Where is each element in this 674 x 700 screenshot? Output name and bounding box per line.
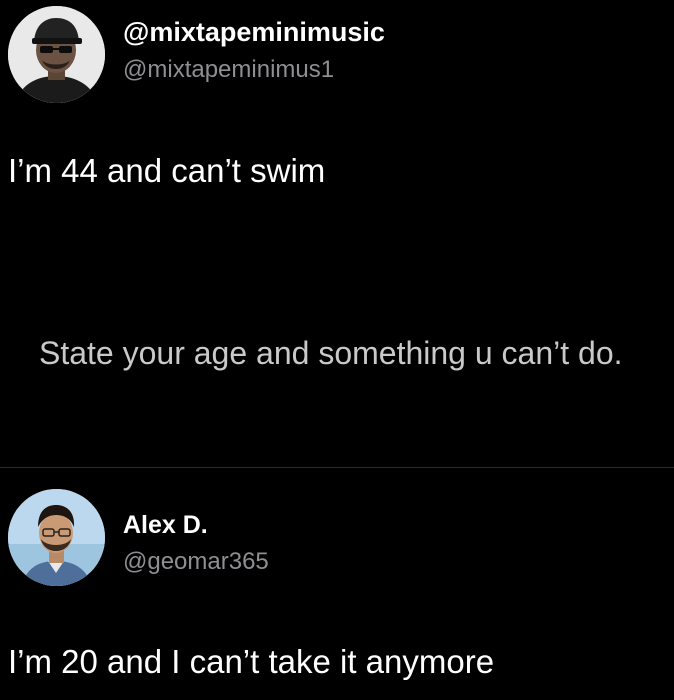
user-handle[interactable]: @geomar365 — [123, 548, 269, 576]
quoted-tweet-text: State your age and something u can’t do. — [39, 335, 623, 371]
display-name[interactable]: Alex D. — [123, 511, 208, 540]
user-handle[interactable]: @mixtapeminimus1 — [123, 56, 334, 84]
display-name[interactable]: @mixtapeminimusic — [123, 17, 385, 48]
tweet-text: I’m 20 and I can’t take it anymore — [8, 643, 495, 680]
tweet-text: I’m 44 and can’t swim — [8, 152, 326, 189]
avatar-mixtapeminimusic[interactable] — [8, 6, 105, 103]
user-avatar-icon — [8, 489, 105, 586]
avatar-alex-d[interactable] — [8, 489, 105, 586]
user-avatar-icon — [8, 6, 105, 103]
divider — [0, 467, 674, 468]
